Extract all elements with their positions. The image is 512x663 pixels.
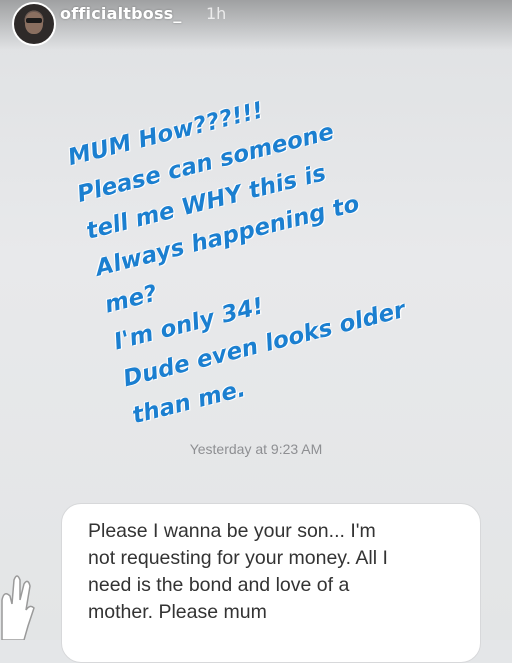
- message-line: Please I wanna be your son... I'm: [88, 520, 376, 542]
- hand-icon: [1, 575, 35, 640]
- avatar-face: [25, 12, 43, 34]
- message-timestamp: Yesterday at 9:23 AM: [189, 441, 323, 457]
- post-time: 1h: [206, 4, 227, 23]
- story-header: officialtboss_ 1h: [0, 0, 512, 50]
- avatar-sunglasses: [26, 18, 42, 23]
- avatar[interactable]: [12, 2, 56, 46]
- username[interactable]: officialtboss_: [60, 4, 182, 23]
- message-line: need is the bond and love of a: [88, 574, 350, 596]
- message-line: not requesting for your money. All I: [88, 547, 388, 569]
- message-bubble: Please I wanna be your son... I'm not re…: [61, 503, 481, 663]
- message-text: Please I wanna be your son... I'm not re…: [88, 518, 464, 626]
- message-line: mother. Please mum: [88, 601, 267, 623]
